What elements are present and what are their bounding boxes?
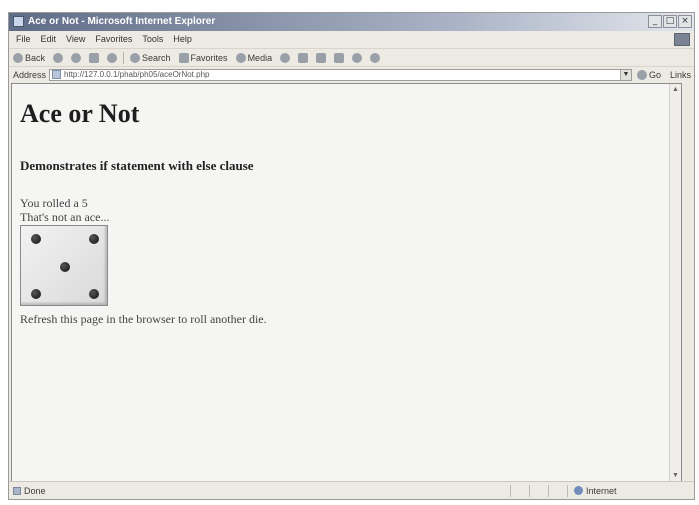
discuss-icon <box>352 52 363 63</box>
mail-icon <box>298 52 309 63</box>
discuss-button[interactable] <box>348 52 366 63</box>
menu-edit[interactable]: Edit <box>36 32 62 47</box>
status-text-area: Done <box>9 486 510 496</box>
status-text: Done <box>24 485 46 496</box>
window-title: Ace or Not - Microsoft Internet Explorer <box>28 16 216 27</box>
print-icon <box>316 52 327 63</box>
history-button[interactable] <box>276 52 294 63</box>
address-input[interactable]: http://127.0.0.1/phab/ph05/aceOrNot.php … <box>49 68 632 81</box>
scroll-down-icon[interactable]: ▼ <box>670 470 681 481</box>
die-pip <box>31 289 41 299</box>
edit-button[interactable] <box>330 52 348 63</box>
standard-toolbar: Back Search Favorites Media <box>9 48 694 66</box>
messenger-button[interactable] <box>366 52 384 63</box>
scroll-up-icon[interactable]: ▲ <box>670 84 681 95</box>
favorites-button[interactable]: Favorites <box>175 52 232 63</box>
page-icon <box>52 70 62 79</box>
die-image <box>20 225 108 306</box>
search-label: Search <box>142 52 171 63</box>
menu-view[interactable]: View <box>61 32 90 47</box>
favorites-label: Favorites <box>190 52 228 63</box>
messenger-icon <box>370 52 381 63</box>
status-bar: Done Internet <box>9 481 694 499</box>
menu-favorites[interactable]: Favorites <box>90 32 137 47</box>
back-label: Back <box>25 52 46 63</box>
window-controls: _ □ × <box>648 15 692 28</box>
die-pip <box>31 234 41 244</box>
maximize-button[interactable]: □ <box>663 15 677 28</box>
go-arrow-icon <box>636 69 647 80</box>
address-dropdown-icon[interactable]: ▼ <box>619 69 631 80</box>
menu-tools[interactable]: Tools <box>137 32 168 47</box>
home-icon <box>107 52 118 63</box>
die-pip <box>60 262 70 272</box>
ie-icon <box>13 16 24 27</box>
menu-help[interactable]: Help <box>168 32 197 47</box>
refresh-instruction: Refresh this page in the browser to roll… <box>20 312 267 326</box>
globe-icon <box>574 486 583 495</box>
edit-icon <box>334 52 345 63</box>
go-label: Go <box>648 69 661 80</box>
forward-button[interactable] <box>49 52 67 63</box>
close-button[interactable]: × <box>678 15 692 28</box>
media-icon <box>235 52 246 63</box>
ace-result: That's not an ace... <box>20 210 110 224</box>
page-done-icon <box>13 486 21 495</box>
media-label: Media <box>247 52 273 63</box>
refresh-button[interactable] <box>85 52 103 63</box>
favorites-icon <box>178 52 189 63</box>
search-button[interactable]: Search <box>126 52 175 63</box>
refresh-icon <box>89 52 100 63</box>
toolbar-separator <box>123 51 125 64</box>
stop-button[interactable] <box>67 52 85 63</box>
security-zone: Internet <box>567 484 617 497</box>
go-button[interactable]: Go <box>632 69 667 80</box>
links-button[interactable]: Links <box>667 70 694 80</box>
back-arrow-icon <box>13 52 23 63</box>
die-pip <box>89 289 99 299</box>
vertical-scrollbar[interactable]: ▲ ▼ <box>669 84 681 481</box>
windows-logo-icon <box>674 33 690 46</box>
address-bar: Address http://127.0.0.1/phab/ph05/aceOr… <box>9 66 694 82</box>
print-button[interactable] <box>312 52 330 63</box>
status-cell <box>510 484 529 497</box>
stop-icon <box>71 52 82 63</box>
menu-file[interactable]: File <box>9 32 36 47</box>
address-label: Address <box>13 69 47 80</box>
mail-button[interactable] <box>294 52 312 63</box>
search-icon <box>130 52 141 63</box>
page-viewport: Ace or Not Demonstrates if statement wit… <box>11 83 682 482</box>
browser-window: Ace or Not - Microsoft Internet Explorer… <box>8 12 695 500</box>
die-pip <box>89 234 99 244</box>
page-subtitle: Demonstrates if statement with else clau… <box>20 158 254 173</box>
address-url: http://127.0.0.1/phab/ph05/aceOrNot.php <box>64 70 210 79</box>
home-button[interactable] <box>103 52 121 63</box>
media-button[interactable]: Media <box>232 52 277 63</box>
roll-result: You rolled a 5 <box>20 196 88 210</box>
menu-bar: File Edit View Favorites Tools Help <box>9 32 694 47</box>
minimize-button[interactable]: _ <box>648 15 662 28</box>
history-icon <box>280 52 291 63</box>
title-bar: Ace or Not - Microsoft Internet Explorer… <box>9 13 694 31</box>
forward-arrow-icon <box>53 52 64 63</box>
status-cell <box>529 484 548 497</box>
back-button[interactable]: Back <box>9 52 49 63</box>
page-title: Ace or Not <box>20 99 140 128</box>
zone-label: Internet <box>586 485 617 496</box>
status-cell <box>548 484 567 497</box>
